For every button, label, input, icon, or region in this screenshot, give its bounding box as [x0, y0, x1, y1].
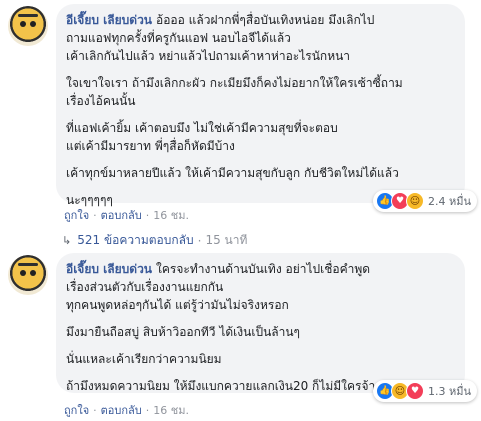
reaction-count: 1.3 หมื่น [427, 385, 471, 398]
reply-arrow-icon: ↳ [62, 234, 72, 247]
avatar-stripe [18, 14, 38, 17]
reaction-count: 2.4 หมื่น [427, 195, 471, 208]
timestamp[interactable]: 16 ชม. [153, 404, 189, 417]
comment-line: อีเจี๊ยบ เลียบด่วน ใครจะทำงานด้านบันเทิง … [66, 260, 455, 278]
comment-bubble: อีเจี๊ยบ เลียบด่วน ใครจะทำงานด้านบันเทิง … [56, 253, 477, 402]
replies-time: 15 นาที [205, 233, 248, 247]
separator-dot: · [93, 209, 97, 222]
comment-author[interactable]: อีเจี๊ยบ เลียบด่วน [66, 13, 152, 27]
reactions-badge[interactable]: 👍 ♥ ☺ 2.4 หมื่น [372, 190, 477, 212]
separator-dot: · [93, 404, 97, 417]
avatar-stripe [18, 263, 38, 266]
avatar-eye-left [20, 21, 26, 27]
avatar[interactable] [8, 255, 48, 295]
avatar[interactable] [8, 6, 48, 46]
avatar-eye-right [30, 270, 36, 276]
reply-link[interactable]: ตอบกลับ [101, 404, 142, 417]
comment-text: อ้อออ แล้วฝากพี่ๆสื่อบันเทิงหน่อย มึงเลิ… [156, 13, 375, 27]
separator-dot: · [145, 404, 150, 417]
separator-dot: · [197, 233, 202, 248]
separator-dot: · [145, 209, 150, 222]
comment-actions: ถูกใจ · ตอบกลับ · 16 ชม. [64, 401, 189, 419]
comment-author[interactable]: อีเจี๊ยบ เลียบด่วน [66, 262, 152, 276]
comment-line: นั่นแหละเค้าเรียกว่าความนิยม [66, 352, 222, 366]
like-link[interactable]: ถูกใจ [64, 404, 89, 417]
haha-icon: ☺ [405, 192, 424, 210]
love-icon: ♥ [405, 382, 424, 400]
comment-actions: ถูกใจ · ตอบกลับ · 16 ชม. [64, 206, 189, 224]
comment-line: มึงมายืนถือสบู่ สิบห้าวิออกทีวี ได้เงินเ… [66, 325, 301, 339]
comment-line: เค้าทุกข์มาหลายปีแล้ว ให้เค้ามีความสุขกั… [66, 166, 399, 180]
like-link[interactable]: ถูกใจ [64, 209, 89, 222]
comment-text: ใครจะทำงานด้านบันเทิง อย่าไปเชื่อคำพูด [156, 262, 371, 276]
view-replies-link[interactable]: ↳ 521 ข้อความตอบกลับ · 15 นาที [62, 231, 247, 250]
comment-line: ใจเขาใจเรา ถ้ามึงเลิกกะผัว กะเมียมึงก็คง… [66, 76, 403, 90]
replies-count[interactable]: 521 ข้อความตอบกลับ [77, 231, 193, 250]
comment-line: เรื่องไอ้คนนั้น [66, 94, 136, 108]
comment-line: เค้าเลิกกันไปแล้ว หย่าแล้วไปถามเค้าหาห่า… [66, 49, 351, 63]
avatar-eye-right [30, 21, 36, 27]
comment-line: ที่แอฟเค้ายิ้ม เค้าตอบมึง ไม่ใช่เค้ามีคว… [66, 121, 338, 135]
comment-line: เรื่องส่วนตัวกับเรื่องงานแยกกัน [66, 280, 224, 294]
reactions-badge[interactable]: 👍 ☺ ♥ 1.3 หมื่น [372, 380, 477, 402]
comment-line: ถามแอฟทุกครั้งที่ครูกันแอฟ นอบไอจีได้แล้… [66, 31, 291, 45]
reply-link[interactable]: ตอบกลับ [101, 209, 142, 222]
timestamp[interactable]: 16 ชม. [153, 209, 189, 222]
comment-line: อีเจี๊ยบ เลียบด่วน อ้อออ แล้วฝากพี่ๆสื่อบ… [66, 11, 455, 29]
avatar-eye-left [20, 270, 26, 276]
comment-bubble: อีเจี๊ยบ เลียบด่วน อ้อออ แล้วฝากพี่ๆสื่อบ… [56, 4, 477, 212]
comment-line: ทุกคนพูดหล่อๆกันได้ แต่รู้ว่ามันไม่จริงห… [66, 298, 289, 312]
comment-line: แต่เค้ามีมารยาท พี่ๆสื่อก็หัดมีบ้าง [66, 139, 235, 153]
